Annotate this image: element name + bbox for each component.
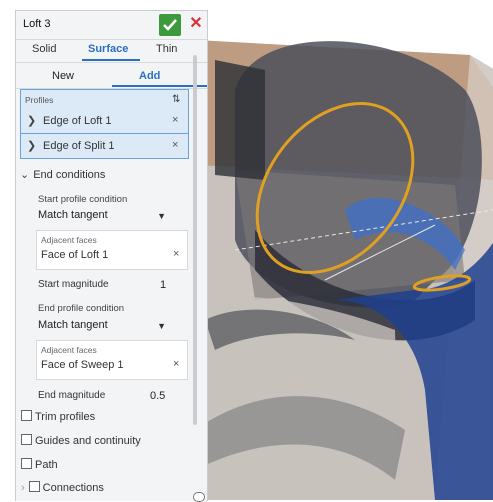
- strap-dark: [215, 60, 265, 180]
- connections-label: Connections: [42, 482, 104, 494]
- remove-icon[interactable]: ×: [173, 248, 179, 260]
- remove-icon[interactable]: ×: [172, 139, 178, 151]
- close-icon: ✕: [189, 15, 203, 32]
- chevron-down-icon[interactable]: ⌄: [20, 169, 29, 181]
- view-cube-handle-icon[interactable]: [193, 492, 205, 502]
- start-condition-select[interactable]: Match tangent ▼: [38, 209, 166, 227]
- check-icon: [163, 19, 177, 31]
- connections-checkbox[interactable]: › Connections: [21, 481, 104, 494]
- start-magnitude-label: Start magnitude: [38, 279, 109, 290]
- checkbox-icon: [21, 410, 32, 421]
- tab-solid[interactable]: Solid: [32, 43, 56, 55]
- trim-profiles-label: Trim profiles: [35, 411, 96, 423]
- feature-panel: Loft 3 ✕ Solid Surface Thin New Add Prof…: [15, 10, 208, 501]
- path-label: Path: [35, 459, 58, 471]
- divider: [21, 133, 188, 134]
- start-adjacent-faces-field[interactable]: Adjacent faces Face of Loft 1 ×: [36, 230, 188, 270]
- end-adjacent-faces-field[interactable]: Adjacent faces Face of Sweep 1 ×: [36, 340, 188, 380]
- start-condition-value: Match tangent: [38, 209, 108, 221]
- remove-icon[interactable]: ×: [172, 114, 178, 126]
- tab-new[interactable]: New: [52, 70, 74, 82]
- model-graphics: [195, 40, 493, 500]
- sort-icon[interactable]: ⇅: [172, 94, 180, 105]
- end-magnitude-input[interactable]: 0.5: [150, 390, 165, 402]
- panel-scrollbar[interactable]: [193, 55, 197, 425]
- end-condition-label: End profile condition: [38, 303, 125, 314]
- profile-item-label: Edge of Split 1: [43, 140, 115, 152]
- tab-surface[interactable]: Surface: [88, 43, 128, 55]
- chevron-right-icon[interactable]: ❯: [27, 114, 36, 127]
- end-conditions-header: End conditions: [33, 169, 106, 181]
- adjacent-face-value: Face of Loft 1: [41, 249, 109, 261]
- feature-title: Loft 3: [23, 18, 51, 30]
- checkbox-icon: [21, 458, 32, 469]
- trim-profiles-checkbox[interactable]: Trim profiles: [21, 410, 95, 423]
- caret-down-icon: ▼: [157, 321, 166, 331]
- end-condition-value: Match tangent: [38, 319, 108, 331]
- end-condition-select[interactable]: Match tangent ▼: [38, 319, 166, 337]
- start-magnitude-input[interactable]: 1: [160, 279, 166, 291]
- profile-item[interactable]: ❯ Edge of Split 1 ×: [21, 135, 188, 157]
- accept-button[interactable]: [159, 14, 181, 36]
- profiles-field[interactable]: Profiles ⇅ ❯ Edge of Loft 1 × ❯ Edge of …: [20, 89, 189, 159]
- checkbox-icon: [21, 434, 32, 445]
- guides-checkbox[interactable]: Guides and continuity: [21, 434, 141, 447]
- guides-label: Guides and continuity: [35, 435, 141, 447]
- panel-header: Loft 3 ✕: [16, 11, 207, 40]
- end-magnitude-label: End magnitude: [38, 390, 106, 401]
- end-conditions-section[interactable]: ⌄ End conditions: [20, 168, 105, 181]
- profiles-label: Profiles: [25, 95, 54, 105]
- profile-item[interactable]: ❯ Edge of Loft 1 ×: [21, 110, 188, 132]
- checkbox-icon: [28, 481, 40, 492]
- profile-item-label: Edge of Loft 1: [43, 115, 112, 127]
- adjacent-faces-label: Adjacent faces: [41, 345, 97, 355]
- chevron-right-icon[interactable]: ❯: [27, 139, 36, 152]
- 3d-viewport[interactable]: [195, 0, 493, 500]
- tab-thin[interactable]: Thin: [156, 43, 177, 55]
- creation-type-tabs: Solid Surface Thin: [16, 40, 207, 63]
- tab-add[interactable]: Add: [139, 70, 160, 82]
- path-checkbox[interactable]: Path: [21, 458, 58, 471]
- operation-tabs: New Add: [16, 63, 207, 89]
- chevron-right-icon[interactable]: ›: [21, 482, 25, 494]
- adjacent-faces-label: Adjacent faces: [41, 235, 97, 245]
- caret-down-icon: ▼: [157, 211, 166, 221]
- remove-icon[interactable]: ×: [173, 358, 179, 370]
- active-tab-indicator: [82, 59, 140, 61]
- adjacent-face-value: Face of Sweep 1: [41, 359, 124, 371]
- cancel-button[interactable]: ✕: [187, 15, 205, 33]
- start-condition-label: Start profile condition: [38, 194, 128, 205]
